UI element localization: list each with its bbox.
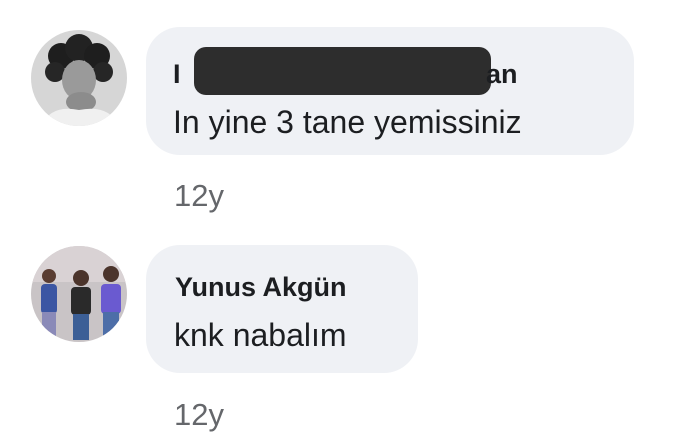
comment-author[interactable]: I <box>173 59 181 90</box>
redacted-name <box>194 47 491 95</box>
comment-bubble: I an In yine 3 tane yemissiniz <box>146 27 634 155</box>
comment-bubble: Yunus Akgün knk nabalım <box>146 245 418 373</box>
comment-time[interactable]: 12y <box>174 397 224 433</box>
comment-author[interactable]: Yunus Akgün <box>175 272 347 303</box>
comment-time[interactable]: 12y <box>174 178 224 214</box>
avatar[interactable] <box>31 246 127 342</box>
comment-author-suffix[interactable]: an <box>486 59 518 90</box>
comment-text: knk nabalım <box>174 317 347 353</box>
avatar[interactable] <box>31 30 127 126</box>
comment-text: In yine 3 tane yemissiniz <box>173 104 522 140</box>
